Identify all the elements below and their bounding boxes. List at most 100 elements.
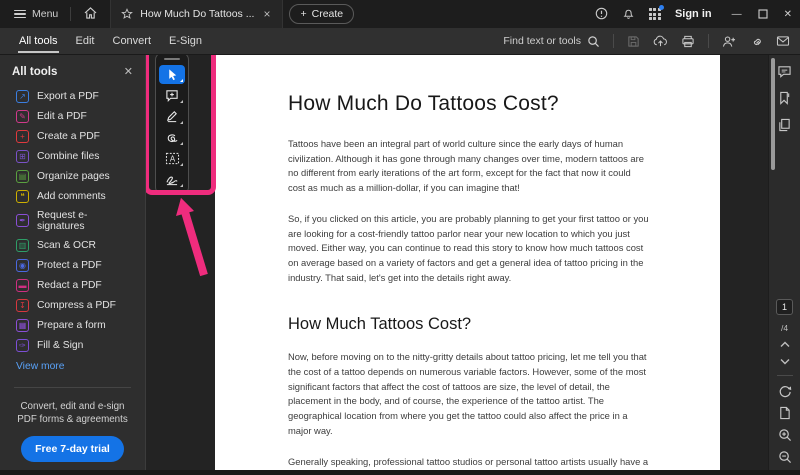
tab-convert[interactable]: Convert	[104, 29, 161, 53]
scan-ocr-icon: ▥	[16, 239, 29, 252]
sidebar-item-label: Create a PDF	[37, 131, 100, 142]
next-page-button[interactable]	[780, 358, 790, 367]
edit-pdf-icon: ✎	[16, 110, 29, 123]
sidebar-item-fill-sign[interactable]: ✑ Fill & Sign	[0, 335, 145, 355]
doc-heading-2: How Much Tattoos Cost?	[288, 315, 649, 334]
divider	[70, 7, 71, 21]
page-thumbnails-icon[interactable]	[778, 118, 791, 132]
maximize-button[interactable]	[758, 9, 768, 19]
home-icon	[84, 7, 97, 19]
right-rail: 1 /4	[768, 55, 800, 470]
menu-button[interactable]: Menu	[8, 4, 64, 25]
close-window-button[interactable]: ✕	[784, 9, 792, 20]
select-tool-button[interactable]	[159, 65, 185, 84]
panel-title: All tools	[12, 66, 57, 78]
add-comment-tool-button[interactable]	[159, 86, 185, 105]
create-button[interactable]: + Create	[289, 4, 354, 24]
hamburger-icon	[14, 8, 26, 21]
panel-close-button[interactable]: ✕	[124, 65, 133, 78]
sidebar-item-redact-pdf[interactable]: ▬ Redact a PDF	[0, 275, 145, 295]
sidebar-item-label: Combine files	[37, 151, 99, 162]
acrobat-window: Menu How Much Do Tattoos ... × + Create	[0, 0, 800, 475]
previous-page-button[interactable]	[780, 341, 790, 350]
app-toolbar: All tools Edit Convert E-Sign Find text …	[0, 28, 800, 55]
doc-paragraph-3: Now, before moving on to the nitty-gritt…	[288, 350, 649, 438]
tab-close-button[interactable]: ×	[261, 7, 272, 21]
comments-panel-icon[interactable]	[777, 65, 792, 78]
title-bar-left: Menu How Much Do Tattoos ... × + Create	[8, 0, 354, 28]
zoom-out-icon[interactable]	[778, 450, 792, 464]
tab-edit[interactable]: Edit	[67, 29, 104, 53]
sidebar-item-organize-pages[interactable]: ▤ Organize pages	[0, 166, 145, 186]
page-display-options-icon[interactable]	[778, 406, 791, 420]
combine-files-icon: ⊞	[16, 150, 29, 163]
tab-e-sign[interactable]: E-Sign	[160, 29, 211, 53]
minimize-button[interactable]: —	[732, 9, 742, 20]
sidebar-item-create-pdf[interactable]: + Create a PDF	[0, 126, 145, 146]
doc-paragraph-2: So, if you clicked on this article, you …	[288, 212, 649, 286]
find-text-or-tools[interactable]: Find text or tools	[503, 35, 600, 48]
sidebar-item-label: Compress a PDF	[37, 300, 116, 311]
print-icon[interactable]	[681, 35, 695, 48]
title-bar: Menu How Much Do Tattoos ... × + Create	[0, 0, 800, 28]
free-trial-button[interactable]: Free 7-day trial	[21, 436, 124, 462]
notification-dot	[659, 5, 664, 10]
svg-text:A: A	[169, 154, 175, 163]
annotation-arrow	[173, 197, 213, 277]
home-button[interactable]	[77, 4, 104, 25]
drag-handle[interactable]	[164, 58, 180, 60]
text-box-icon: A	[165, 152, 180, 165]
sidebar-item-compress-pdf[interactable]: ↧ Compress a PDF	[0, 295, 145, 315]
zoom-in-icon[interactable]	[778, 428, 792, 442]
all-tools-panel: All tools ✕ ↗ Export a PDF ✎ Edit a PDF …	[0, 55, 146, 470]
app-launcher-icon[interactable]	[649, 8, 661, 20]
organize-pages-icon: ▤	[16, 170, 29, 183]
doc-paragraph-1: Tattoos have been an integral part of wo…	[288, 137, 649, 196]
bell-icon[interactable]	[622, 7, 635, 22]
sidebar-item-label: Organize pages	[37, 171, 110, 182]
viewer-scrollbar[interactable]	[771, 58, 775, 170]
sign-stamp-tool-button[interactable]	[159, 170, 185, 189]
share-link-icon[interactable]	[749, 35, 763, 48]
sidebar-item-scan-ocr[interactable]: ▥ Scan & OCR	[0, 235, 145, 255]
sidebar-item-label: Request e-signatures	[37, 210, 133, 232]
divider	[14, 387, 131, 388]
divider	[708, 34, 709, 48]
menu-label: Menu	[32, 8, 58, 20]
upload-cloud-icon[interactable]	[653, 35, 668, 48]
document-viewer[interactable]: How Much Do Tattoos Cost? Tattoos have b…	[146, 55, 768, 470]
sidebar-item-edit-pdf[interactable]: ✎ Edit a PDF	[0, 106, 145, 126]
sign-in-button[interactable]: Sign in	[675, 8, 712, 20]
sidebar-item-label: Export a PDF	[37, 91, 99, 102]
sidebar-item-label: Scan & OCR	[37, 240, 96, 251]
find-label: Find text or tools	[503, 35, 581, 47]
divider	[777, 375, 793, 376]
sidebar-item-label: Redact a PDF	[37, 280, 102, 291]
view-more-link[interactable]: View more	[0, 355, 145, 372]
pen-icon	[165, 110, 179, 123]
freehand-draw-tool-button[interactable]	[159, 128, 185, 147]
email-icon[interactable]	[776, 35, 790, 47]
search-icon	[587, 35, 600, 48]
tab-all-tools[interactable]: All tools	[10, 29, 67, 53]
sidebar-item-prepare-form[interactable]: ▦ Prepare a form	[0, 315, 145, 335]
notifications-info-icon[interactable]	[595, 7, 608, 22]
sidebar-item-add-comments[interactable]: ❝ Add comments	[0, 186, 145, 206]
total-pages-label: /4	[781, 323, 788, 333]
request-e-signatures-icon: ✒	[16, 214, 29, 227]
bookmarks-panel-icon[interactable]	[778, 91, 791, 105]
sidebar-item-export-pdf[interactable]: ↗ Export a PDF	[0, 86, 145, 106]
add-text-tool-button[interactable]: A	[159, 149, 185, 168]
share-with-people-icon[interactable]	[722, 35, 736, 48]
cursor-arrow-icon	[166, 68, 179, 81]
sidebar-item-request-e-signatures[interactable]: ✒ Request e-signatures	[0, 206, 145, 235]
draw-pen-tool-button[interactable]	[159, 107, 185, 126]
sidebar-item-protect-pdf[interactable]: ◉ Protect a PDF	[0, 255, 145, 275]
document-tab[interactable]: How Much Do Tattoos ... ×	[110, 0, 283, 28]
protect-pdf-icon: ◉	[16, 259, 29, 272]
sidebar-item-combine-files[interactable]: ⊞ Combine files	[0, 146, 145, 166]
rotate-page-icon[interactable]	[778, 384, 792, 398]
current-page-input[interactable]: 1	[776, 299, 793, 315]
title-bar-right: Sign in — ✕	[595, 7, 792, 22]
export-pdf-icon: ↗	[16, 90, 29, 103]
